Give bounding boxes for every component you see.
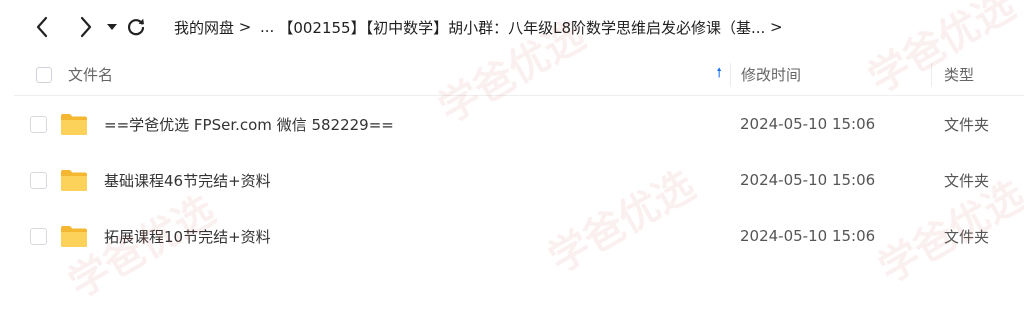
modified-column-label: 修改时间 — [741, 66, 802, 84]
row-check-cell — [14, 115, 60, 133]
breadcrumb-separator: > — [770, 18, 783, 36]
modified-column-header[interactable]: 修改时间 — [731, 64, 931, 85]
breadcrumb: 我的网盘 > ... 【002155】【初中数学】胡小群：八年级L8阶数学思维启… — [174, 17, 787, 38]
select-all-checkbox[interactable] — [36, 66, 52, 83]
file-name[interactable]: ==学爸优选 FPSer.com 微信 582229== — [104, 114, 394, 135]
name-cell: ==学爸优选 FPSer.com 微信 582229== — [60, 96, 730, 152]
type-cell: 文件夹 — [944, 171, 990, 190]
type-cell: 文件夹 — [944, 115, 990, 134]
select-all-cell — [14, 66, 60, 83]
caret-down-icon — [107, 24, 117, 30]
type-cell: 文件夹 — [944, 227, 990, 246]
toolbar: 我的网盘 > ... 【002155】【初中数学】胡小群：八年级L8阶数学思维启… — [0, 0, 1024, 54]
breadcrumb-separator: > — [238, 18, 252, 36]
row-check-cell — [14, 171, 60, 189]
type-column-label: 类型 — [944, 66, 975, 84]
back-button[interactable] — [30, 15, 54, 39]
file-name[interactable]: 拓展课程10节完结+资料 — [104, 226, 271, 247]
table-row[interactable]: 基础课程46节完结+资料 2024-05-10 15:06 文件夹 — [14, 152, 1024, 208]
breadcrumb-ellipsis[interactable]: ... — [256, 18, 278, 36]
row-check-cell — [14, 227, 60, 245]
modified-cell: 2024-05-10 15:06 — [740, 227, 876, 245]
breadcrumb-current[interactable]: 【002155】【初中数学】胡小群：八年级L8阶数学思维启发必修课（基... — [278, 17, 765, 38]
chevron-right-icon — [80, 16, 92, 38]
row-checkbox[interactable] — [30, 115, 47, 133]
table-row[interactable]: 拓展课程10节完结+资料 2024-05-10 15:06 文件夹 — [14, 208, 1024, 264]
row-checkbox[interactable] — [30, 227, 47, 245]
chevron-left-icon — [36, 16, 48, 38]
arrow-up-icon[interactable]: 🠕 — [716, 64, 722, 86]
name-cell: 拓展课程10节完结+资料 — [60, 208, 730, 264]
file-list: ==学爸优选 FPSer.com 微信 582229== 2024-05-10 … — [14, 96, 1024, 264]
name-column-label: 文件名 — [68, 66, 114, 84]
type-column-header[interactable]: 类型 — [932, 64, 974, 85]
table-row[interactable]: ==学爸优选 FPSer.com 微信 582229== 2024-05-10 … — [14, 96, 1024, 152]
forward-button[interactable] — [74, 15, 98, 39]
row-checkbox[interactable] — [30, 171, 47, 189]
breadcrumb-root[interactable]: 我的网盘 — [174, 17, 234, 38]
modified-cell: 2024-05-10 15:06 — [740, 115, 876, 133]
modified-cell: 2024-05-10 15:06 — [740, 171, 876, 189]
name-column-header[interactable]: 文件名 🠕 — [60, 54, 730, 95]
folder-icon — [61, 114, 87, 135]
history-dropdown-button[interactable] — [104, 15, 120, 39]
refresh-button[interactable] — [124, 15, 148, 39]
folder-icon — [61, 170, 87, 191]
folder-icon — [61, 226, 87, 247]
name-cell: 基础课程46节完结+资料 — [60, 152, 730, 208]
refresh-icon — [127, 18, 145, 36]
file-name[interactable]: 基础课程46节完结+资料 — [104, 170, 271, 191]
table-header: 文件名 🠕 修改时间 类型 — [14, 54, 1024, 96]
